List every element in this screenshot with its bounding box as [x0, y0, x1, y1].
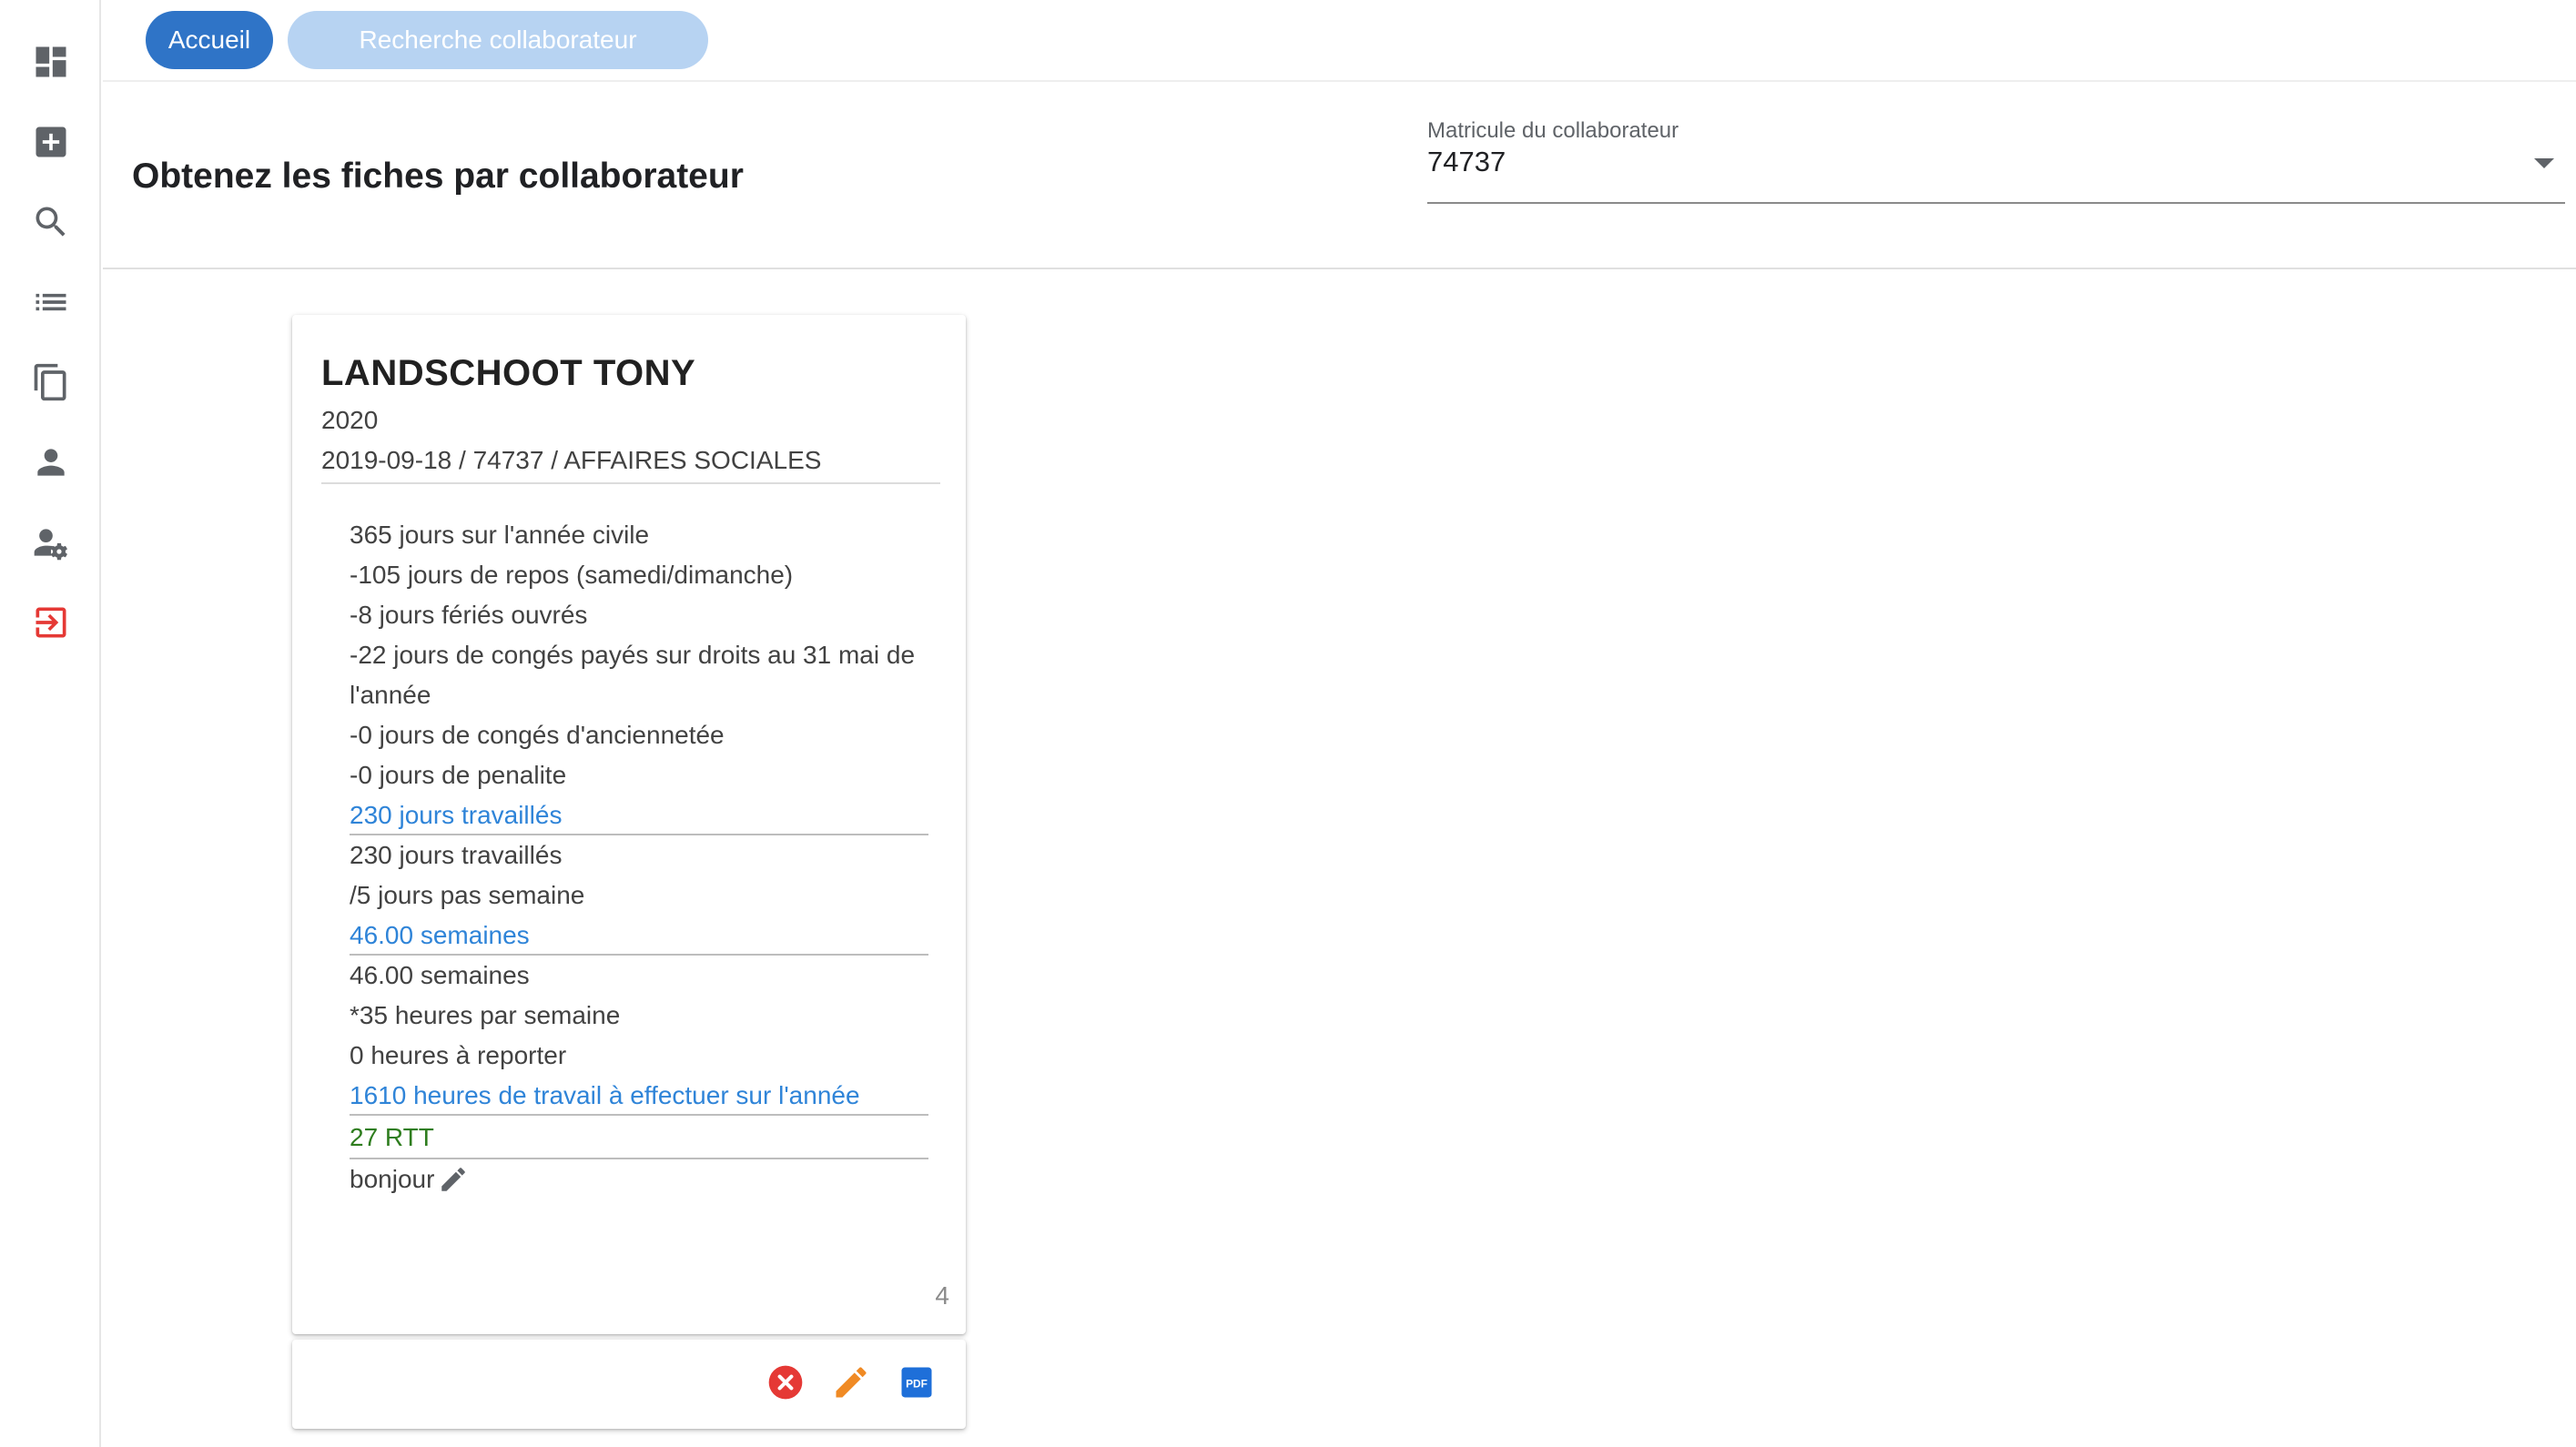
employee-sheet-card: LANDSCHOOT TONY 2020 2019-09-18 / 74737 …	[292, 315, 966, 1334]
top-bar: Accueil Recherche collaborateur	[103, 0, 2576, 82]
dropdown-arrow-icon[interactable]	[2534, 158, 2554, 168]
page-title: Obtenez les fiches par collaborateur	[132, 157, 744, 196]
delete-button[interactable]	[765, 1361, 806, 1403]
svg-text:PDF: PDF	[906, 1378, 928, 1391]
rtt-total: 27 RTT	[350, 1116, 928, 1159]
dashboard-icon[interactable]	[27, 38, 75, 86]
employee-name: LANDSCHOOT TONY	[321, 353, 696, 393]
penalty-line: -0 jours de penalite	[350, 761, 567, 789]
divider	[321, 482, 940, 484]
hours-per-week-line: *35 heures par semaine	[350, 1001, 621, 1029]
person-settings-icon[interactable]	[27, 519, 75, 566]
home-button[interactable]: Accueil	[146, 11, 273, 69]
cancel-icon	[768, 1365, 803, 1400]
seniority-line: -0 jours de congés d'anciennetée	[350, 721, 725, 749]
employee-search-button[interactable]: Recherche collaborateur	[288, 11, 708, 69]
employee-id-value: 74737	[1427, 146, 1506, 177]
worked-days-line: 230 jours travaillés	[350, 841, 563, 869]
page-header: Obtenez les fiches par collaborateur Mat…	[103, 84, 2576, 269]
sheet-meta: 2019-09-18 / 74737 / AFFAIRES SOCIALES	[321, 446, 822, 474]
pdf-icon: PDF	[901, 1367, 932, 1398]
sheet-year: 2020	[321, 406, 379, 434]
weeks-line: 46.00 semaines	[350, 961, 530, 989]
edit-button[interactable]	[830, 1361, 872, 1403]
worked-days-total: 230 jours travaillés	[350, 795, 928, 835]
person-icon[interactable]	[27, 439, 75, 486]
paid-leave-line: -22 jours de congés payés sur droits au …	[350, 641, 916, 709]
logout-icon[interactable]	[27, 599, 75, 646]
carry-over-line: 0 heures à reporter	[350, 1041, 567, 1069]
employee-id-label: Matricule du collaborateur	[1427, 118, 1679, 143]
days-year-line: 365 jours sur l'année civile	[350, 521, 650, 549]
search-icon[interactable]	[27, 198, 75, 246]
hours-total: 1610 heures de travail à effectuer sur l…	[350, 1076, 928, 1116]
list-icon[interactable]	[27, 278, 75, 326]
pencil-icon	[836, 1367, 867, 1398]
pencil-icon[interactable]	[438, 1164, 469, 1195]
calculation-details: 365 jours sur l'année civile -105 jours …	[350, 515, 928, 1199]
weeks-total: 46.00 semaines	[350, 916, 928, 956]
add-box-icon[interactable]	[27, 118, 75, 166]
card-count: 4	[935, 1281, 949, 1310]
employee-id-select[interactable]: Matricule du collaborateur 74737	[1427, 118, 2565, 204]
pdf-button[interactable]: PDF	[896, 1361, 938, 1403]
card-actions: PDF	[292, 1340, 966, 1429]
rest-days-line: -105 jours de repos (samedi/dimanche)	[350, 561, 794, 589]
sidebar	[0, 0, 101, 1447]
copy-icon[interactable]	[27, 359, 75, 406]
days-per-week-line: /5 jours pas semaine	[350, 881, 585, 909]
note-text: bonjour	[350, 1165, 435, 1193]
note-row: bonjour	[350, 1159, 928, 1199]
holidays-line: -8 jours fériés ouvrés	[350, 601, 588, 629]
